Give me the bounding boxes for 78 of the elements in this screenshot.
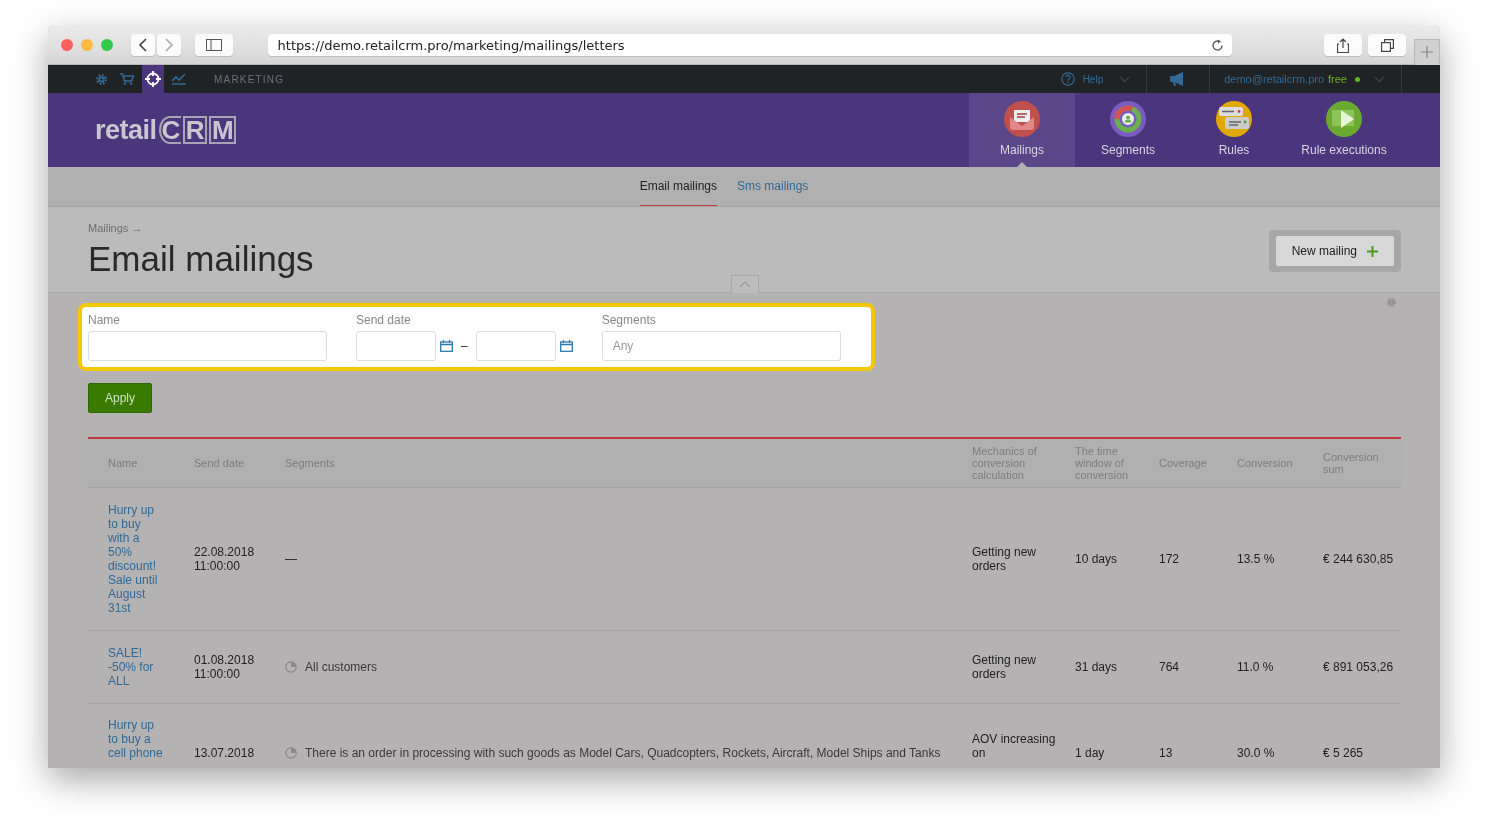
server-icon: [1216, 101, 1252, 137]
table-cell: € 244 630,85: [1323, 552, 1394, 566]
sidebar-icon: [205, 39, 222, 51]
module-tab[interactable]: Mailings: [969, 93, 1075, 167]
plus-icon: [1421, 46, 1434, 58]
section-label: MARKETING: [214, 73, 285, 85]
table-cell: 13.5 %: [1237, 552, 1275, 566]
address-bar[interactable]: https://demo.retailcrm.pro/marketing/mailings/letters: [267, 34, 1233, 56]
reload-icon[interactable]: [1211, 38, 1225, 52]
logo[interactable]: retail C R M: [48, 93, 237, 167]
user-account[interactable]: demo@retailcrm.pro: [1224, 73, 1325, 85]
table-cell: 764: [1159, 660, 1180, 674]
tabs-button[interactable]: [1368, 34, 1407, 56]
table-cell: Getting new orders: [972, 653, 1037, 681]
close-icon[interactable]: [61, 39, 73, 51]
chevron-up-icon: [739, 281, 751, 288]
donut-chart-icon: [1110, 101, 1146, 137]
table-cell: € 5 265: [1323, 746, 1364, 760]
help-link[interactable]: Help: [1060, 72, 1104, 86]
calendar-icon[interactable]: [559, 340, 573, 352]
table-cell: 10 days: [1075, 552, 1118, 566]
calendar-icon[interactable]: [440, 340, 453, 352]
chevron-down-icon[interactable]: [1374, 75, 1385, 83]
new-tab-button[interactable]: [1414, 38, 1440, 65]
table-cell: There is an order in processing with such goods as Model Cars, Quadcopters, Rockets, Aircraft, Model Ships and Tanks: [305, 746, 941, 760]
sidebar-button[interactable]: [194, 34, 233, 56]
new-mailing-button[interactable]: New mailing: [1275, 236, 1394, 266]
segments-select[interactable]: Any: [601, 331, 841, 361]
table-cell: 31 days: [1075, 660, 1118, 674]
table-cell: All customers: [305, 660, 378, 674]
settings-icon[interactable]: [1386, 297, 1397, 308]
date-input[interactable]: [356, 331, 436, 361]
field-label: Name: [88, 313, 121, 327]
mailing-link[interactable]: SALE! -50% for ALL: [108, 646, 164, 688]
mailing-link[interactable]: Hurry up to buy with a 50% discount! Sale until August 31st: [108, 503, 164, 615]
module-tab[interactable]: Segments: [1075, 93, 1181, 167]
crosshair-icon[interactable]: [142, 65, 164, 93]
name-input[interactable]: [88, 331, 327, 361]
envelope-icon: [1004, 101, 1040, 137]
range-separator: –: [461, 339, 468, 353]
table-cell: —: [285, 552, 297, 566]
table-cell: 1 day: [1075, 746, 1105, 760]
table-cell: AOV increasing on: [972, 732, 1056, 760]
table-cell: € 891 053,26: [1323, 660, 1394, 674]
pie-chart-icon: [285, 747, 297, 759]
pie-chart-icon: [285, 661, 297, 673]
maximize-icon[interactable]: [100, 39, 113, 51]
module-tab[interactable]: Rule executions: [1287, 93, 1401, 167]
table-cell: 13: [1159, 746, 1173, 760]
back-button[interactable]: [130, 34, 155, 56]
play-icon: [1326, 101, 1362, 137]
tabs-icon: [1380, 38, 1394, 52]
share-icon: [1337, 37, 1350, 53]
help-icon: [1060, 72, 1075, 86]
subnav-tab[interactable]: Sms mailings: [737, 167, 809, 206]
table-cell: 01.08.2018 11:00:00: [194, 653, 255, 681]
table-cell: 13.07.2018: [194, 746, 255, 760]
table-cell: Getting new orders: [972, 545, 1037, 573]
date-input[interactable]: [475, 331, 556, 361]
table-cell: 11.0 %: [1237, 660, 1274, 674]
page-title: Email mailings: [88, 239, 314, 279]
chevron-right-icon: [163, 38, 174, 52]
share-button[interactable]: [1324, 34, 1363, 56]
module-tab[interactable]: Rules: [1181, 93, 1287, 167]
table-cell: 30.0 %: [1237, 746, 1275, 760]
status-dot: [1355, 76, 1360, 82]
subnav-tab[interactable]: Email mailings: [639, 167, 717, 206]
chevron-down-icon[interactable]: [1119, 75, 1131, 83]
breadcrumb-link[interactable]: Mailings →: [88, 222, 314, 234]
plan-label: free: [1328, 73, 1347, 85]
field-label: Segments: [601, 313, 657, 327]
mailing-link[interactable]: Hurry up to buy a cell phone: [108, 718, 164, 760]
table-cell: 172: [1159, 552, 1180, 566]
plus-icon: [1367, 245, 1378, 257]
apply-button[interactable]: Apply: [88, 383, 153, 413]
field-label: Send date: [356, 313, 412, 327]
table-cell: 22.08.2018 11:00:00: [194, 545, 255, 573]
chevron-left-icon: [137, 38, 148, 52]
